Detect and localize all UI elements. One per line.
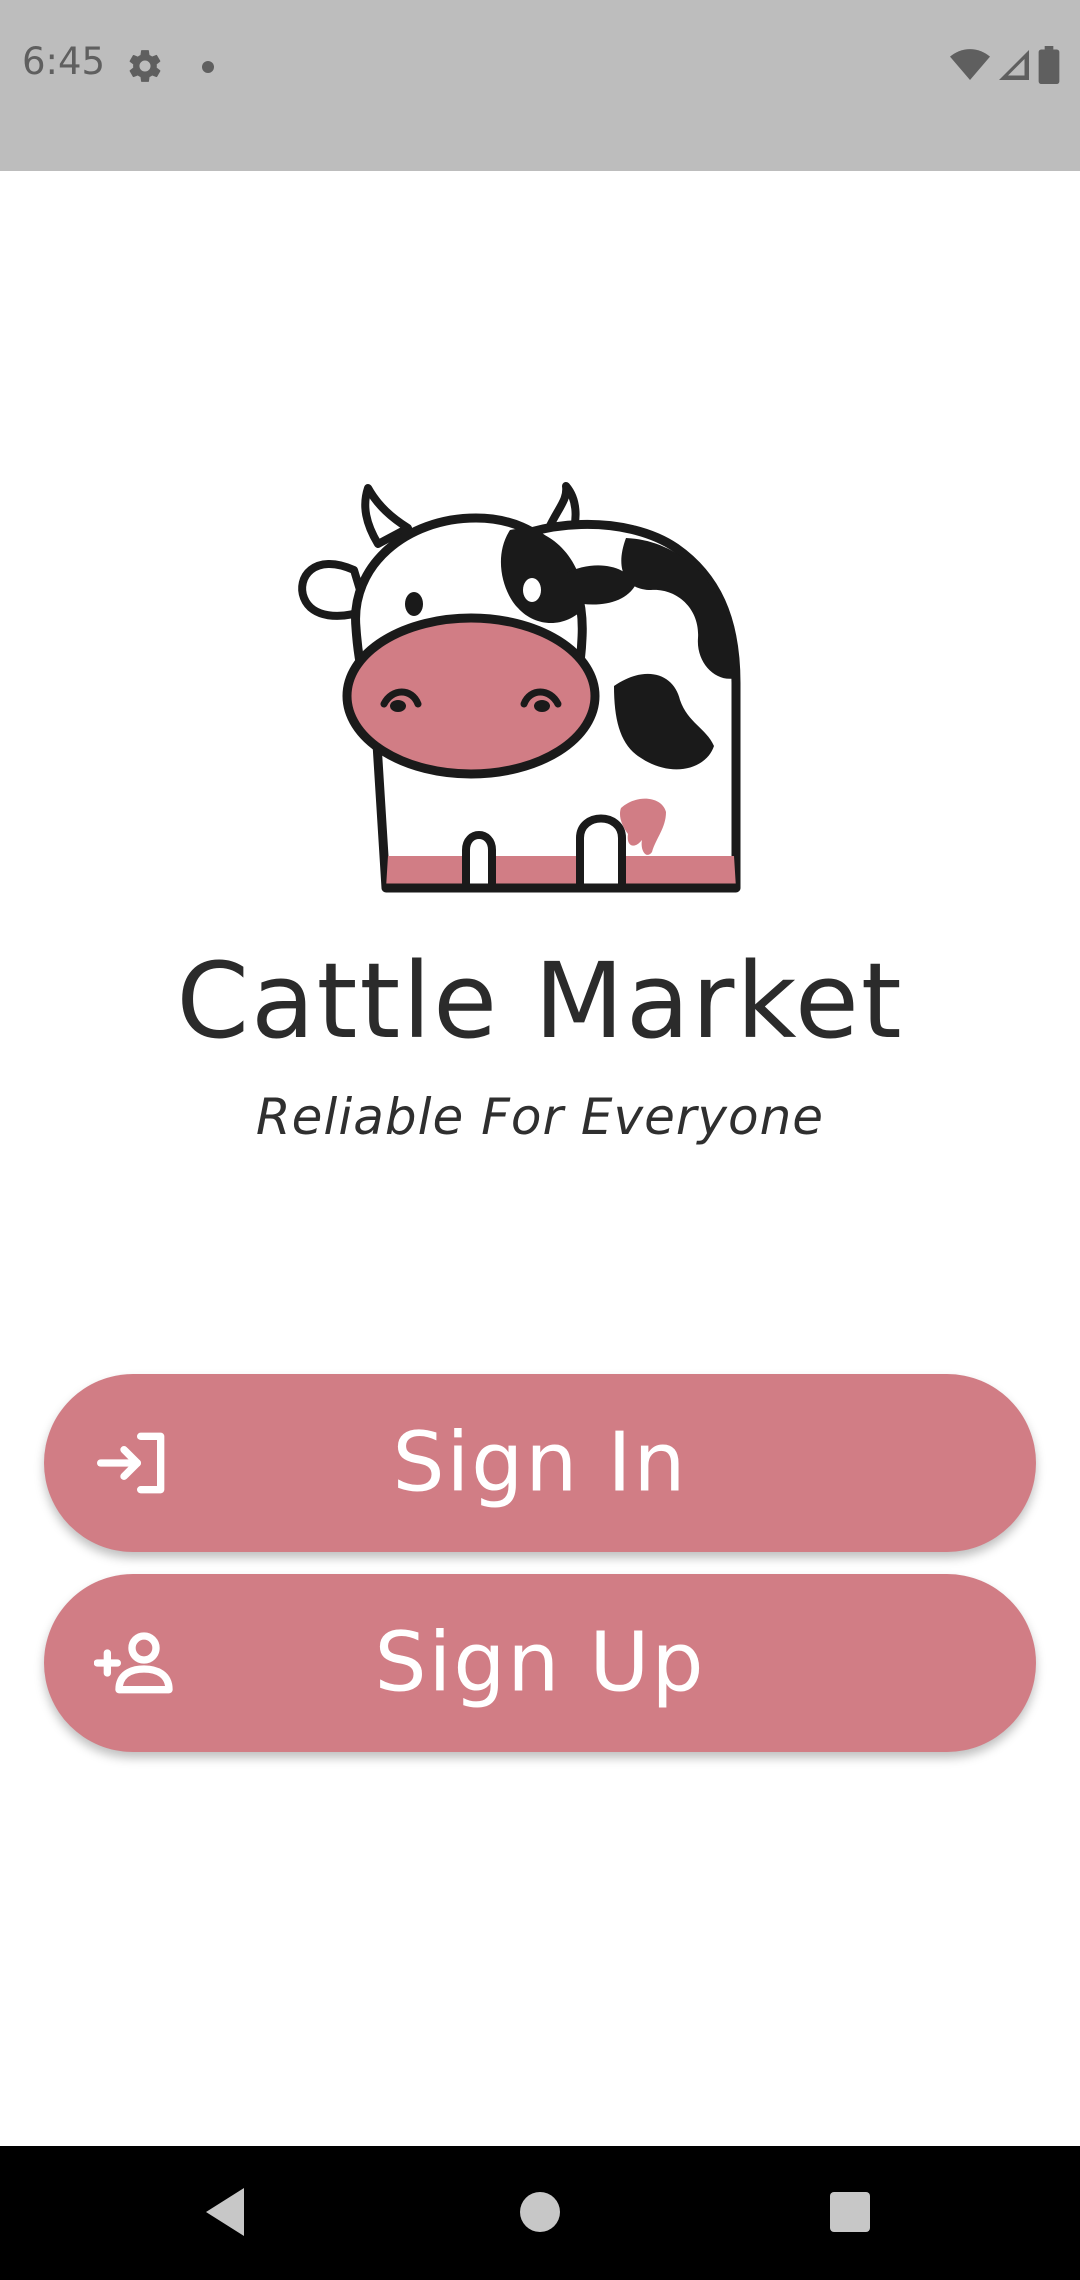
battery-icon: [1038, 46, 1060, 84]
back-icon[interactable]: [204, 2186, 248, 2238]
status-bar: 6:45: [0, 0, 1080, 171]
gear-icon: [129, 50, 161, 82]
app-tagline: Reliable For Everyone: [255, 1088, 825, 1146]
notification-dot-icon: [202, 61, 214, 73]
home-icon[interactable]: [520, 2192, 560, 2232]
sign-up-label: Sign Up: [374, 1615, 706, 1711]
sign-up-button[interactable]: Sign Up: [44, 1574, 1036, 1752]
sign-in-label: Sign In: [392, 1415, 688, 1511]
app-title: Cattle Market: [176, 940, 904, 1062]
welcome-screen: 6:45 Cattle Market Reliable For Everyone…: [0, 0, 1080, 2280]
navigation-bar: [0, 2146, 1080, 2280]
wifi-icon: [950, 49, 990, 80]
cow-logo: [296, 478, 786, 898]
recents-icon[interactable]: [830, 2192, 870, 2232]
sign-in-button[interactable]: Sign In: [44, 1374, 1036, 1552]
cow-logo-image: [298, 482, 741, 893]
signal-icon: [999, 50, 1029, 80]
status-time: 6:45: [22, 40, 106, 83]
status-icons: [950, 46, 1060, 84]
